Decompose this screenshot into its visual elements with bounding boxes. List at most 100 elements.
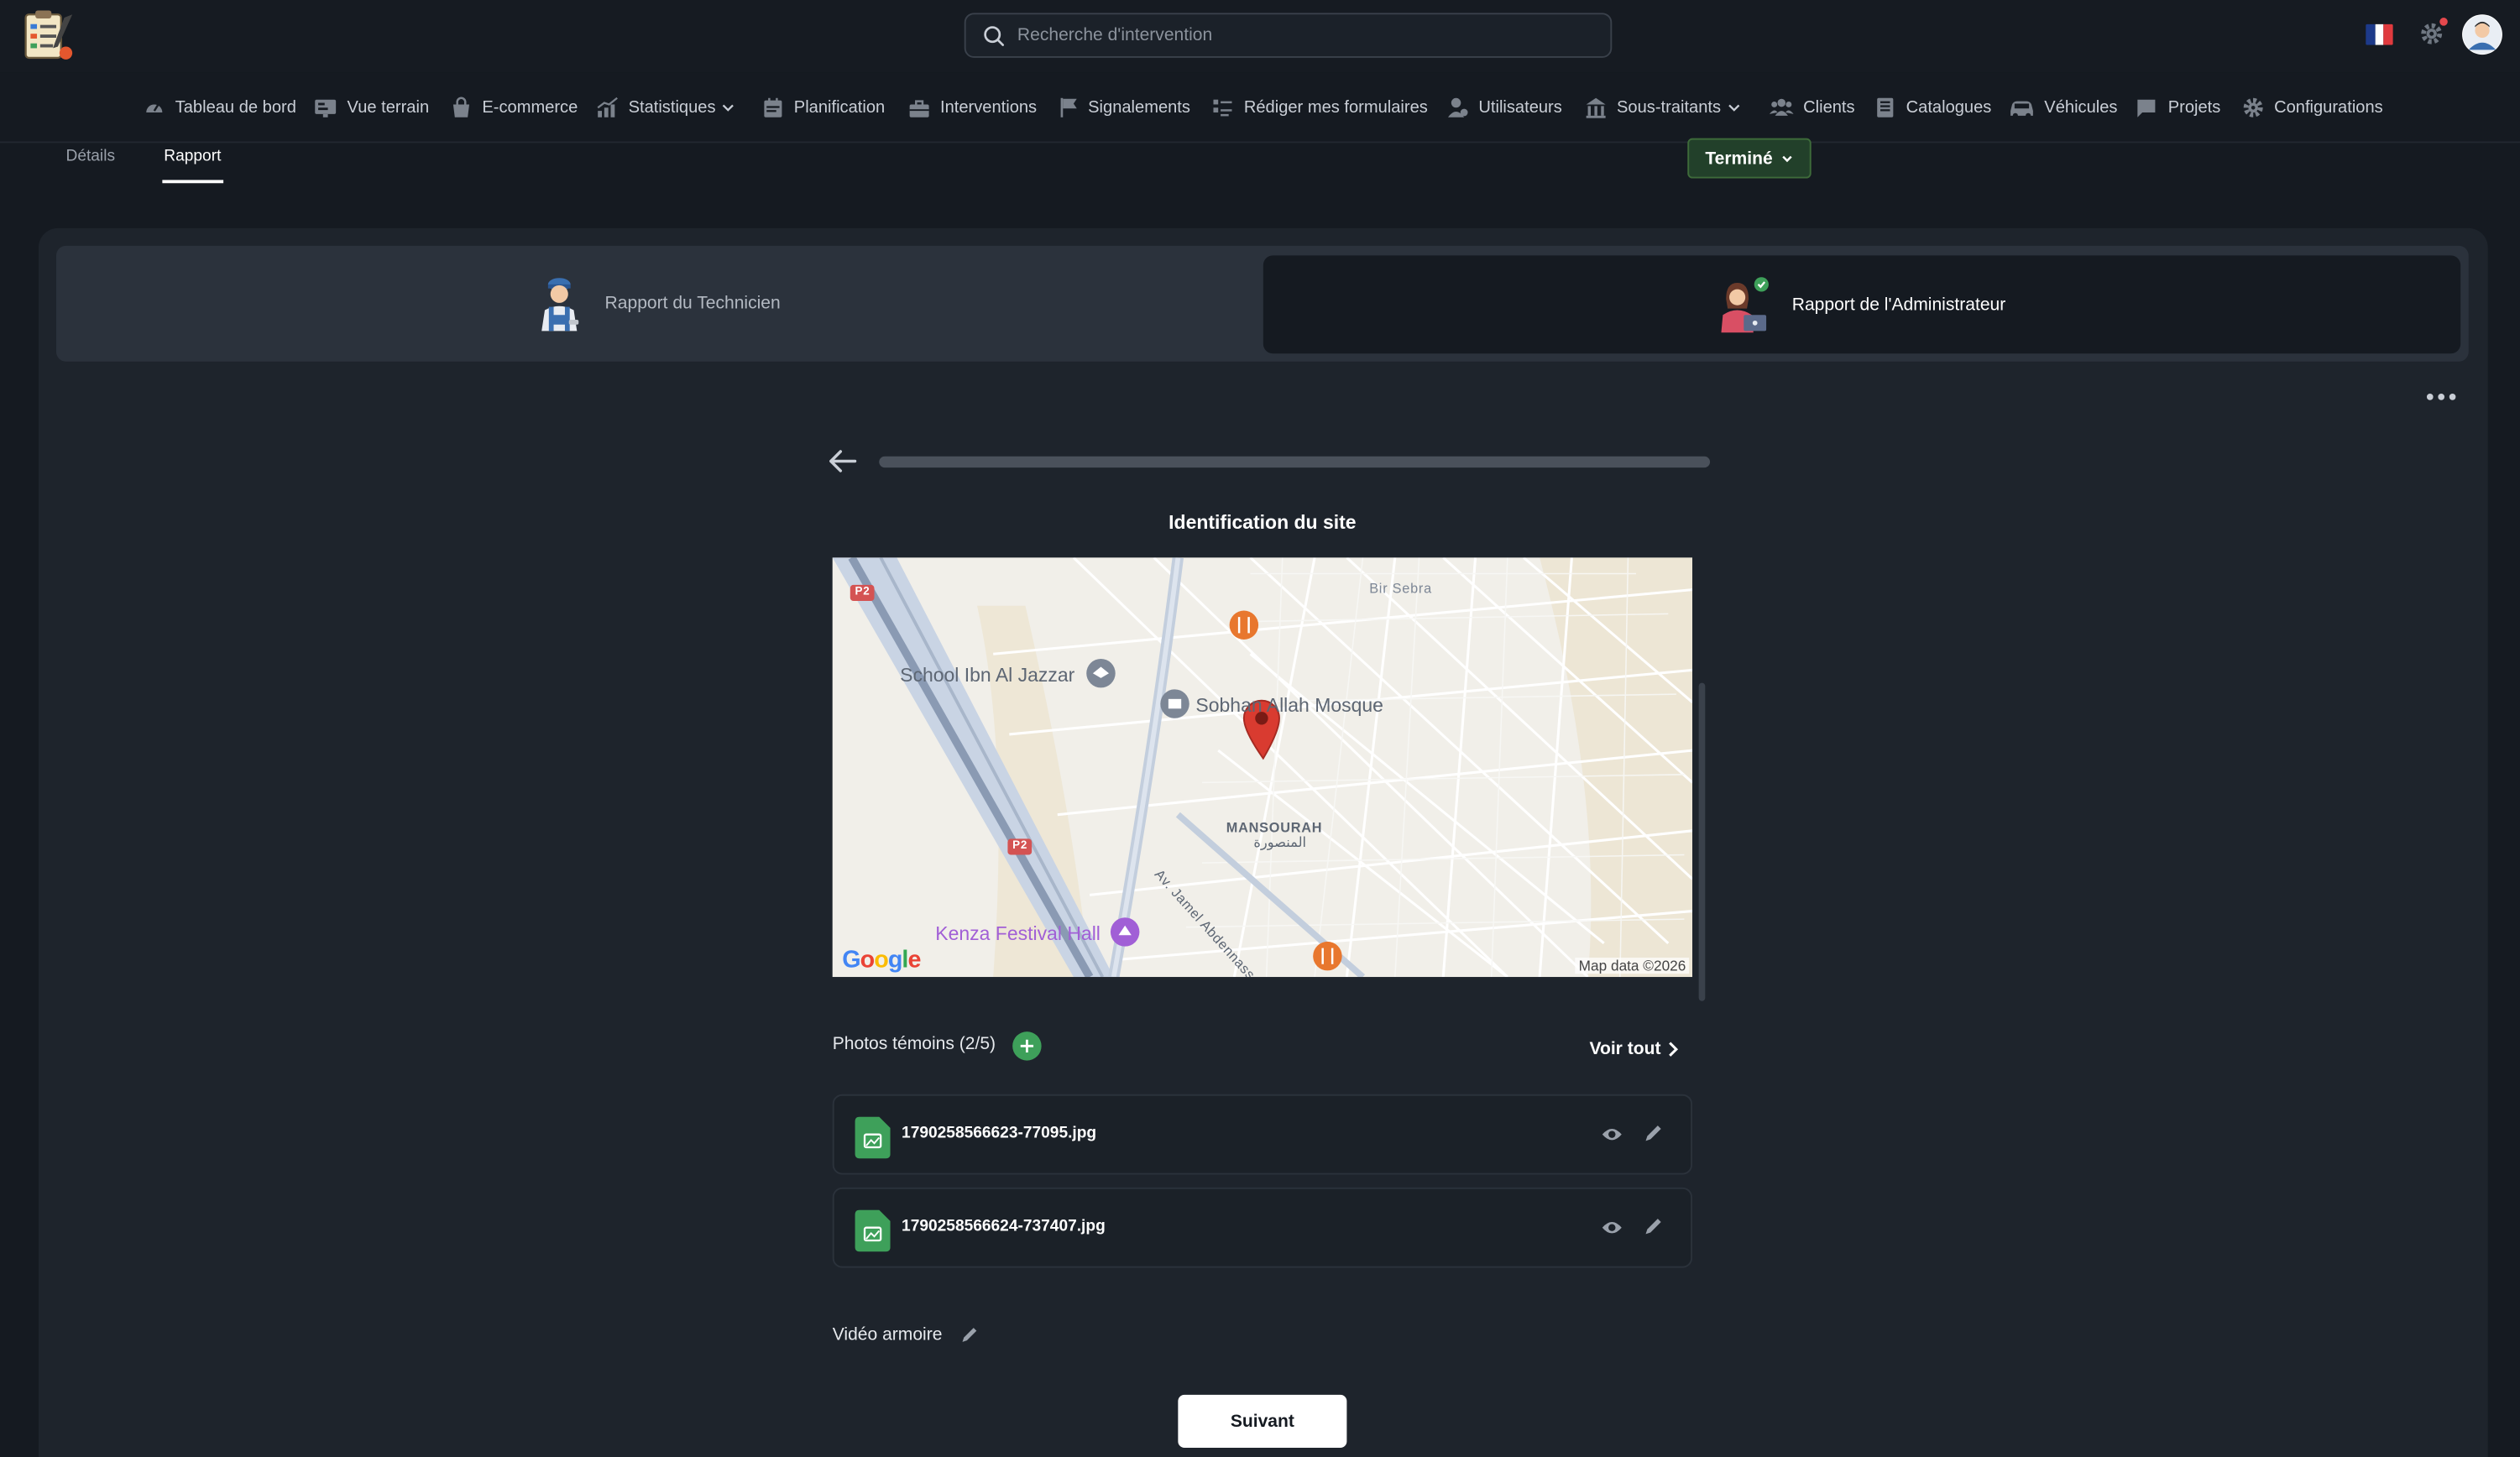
image-file-icon xyxy=(855,1116,891,1159)
nav-label: Véhicules xyxy=(2044,97,2118,118)
map-board-icon xyxy=(315,99,337,118)
language-flag-icon[interactable] xyxy=(2366,24,2393,45)
photo-file-name: 1790258566623-77095.jpg xyxy=(902,1125,1097,1143)
administrator-illustration-icon xyxy=(1721,276,1769,332)
app-logo-icon[interactable] xyxy=(23,8,76,63)
admin-report-tab[interactable]: Rapport de l'Administrateur xyxy=(1263,255,2461,354)
nav-item-planning[interactable]: Planification xyxy=(761,93,885,122)
see-all-label: Voir tout xyxy=(1589,1039,1661,1059)
technician-illustration-icon xyxy=(541,278,579,332)
eye-icon[interactable] xyxy=(1601,1125,1623,1144)
status-dropdown-button[interactable]: Terminé xyxy=(1687,138,1812,179)
nav-item-forms[interactable]: Rédiger mes formulaires xyxy=(1212,93,1428,122)
nav-item-reports[interactable]: Signalements xyxy=(1059,93,1190,122)
nav-item-ecommerce[interactable]: E-commerce xyxy=(450,93,578,122)
chevron-down-icon xyxy=(723,104,735,112)
shopping-bag-icon xyxy=(452,97,470,118)
chevron-right-icon xyxy=(1669,1042,1679,1057)
map-label-bir-sebra: Bir Sebra xyxy=(1369,580,1432,597)
more-options-button[interactable] xyxy=(2426,394,2456,400)
folder-icon xyxy=(2137,99,2156,118)
nav-item-catalogues[interactable]: Catalogues xyxy=(1874,93,1991,122)
add-photo-button[interactable] xyxy=(1012,1031,1042,1061)
nav-label: Signalements xyxy=(1088,97,1190,118)
admin-report-label: Rapport de l'Administrateur xyxy=(1791,295,2006,315)
nav-item-configurations[interactable]: Configurations xyxy=(2242,93,2383,122)
gauge-icon xyxy=(146,103,163,113)
eye-icon[interactable] xyxy=(1601,1218,1623,1237)
nav-label: Tableau de bord xyxy=(175,97,296,118)
search-icon xyxy=(984,26,1005,46)
map-label-p2: P2 xyxy=(1012,840,1028,852)
nav-label: Planification xyxy=(793,97,886,118)
google-logo: Google xyxy=(842,946,921,974)
photo-file-name: 1790258566624-737407.jpg xyxy=(902,1218,1106,1236)
car-icon xyxy=(2010,101,2033,118)
section-title: Identification du site xyxy=(1169,510,1357,534)
user-avatar[interactable] xyxy=(2462,14,2502,55)
technician-report-tab[interactable]: Rapport du Technicien xyxy=(56,246,1262,362)
technician-report-label: Rapport du Technicien xyxy=(604,294,781,314)
pencil-icon[interactable] xyxy=(1643,1216,1664,1237)
nav-item-field-view[interactable]: Vue terrain xyxy=(313,93,429,122)
nav-label: Projets xyxy=(2167,97,2221,118)
form-progress-bar xyxy=(879,456,1711,468)
active-tab-indicator xyxy=(162,180,224,184)
see-all-link[interactable]: Voir tout xyxy=(1589,1040,1680,1059)
nav-item-users[interactable]: Utilisateurs xyxy=(1446,93,1562,122)
map-credit: Map data ©2026 xyxy=(1575,958,1690,974)
gear-icon xyxy=(2243,97,2263,118)
nav-item-dashboard[interactable]: Tableau de bord xyxy=(143,93,296,122)
video-label: Vidéo armoire xyxy=(832,1325,943,1345)
back-arrow-icon[interactable] xyxy=(826,446,858,475)
nav-item-vehicles[interactable]: Véhicules xyxy=(2009,93,2117,122)
image-file-icon xyxy=(855,1209,891,1252)
chevron-down-icon xyxy=(1782,154,1792,162)
book-icon xyxy=(1877,97,1894,118)
nav-label: Configurations xyxy=(2274,97,2383,118)
nav-item-clients[interactable]: Clients xyxy=(1769,93,1855,122)
nav-label: Statistiques xyxy=(628,97,716,118)
form-icon xyxy=(1213,99,1232,117)
map-label-mansourah-arabic: المنصورة xyxy=(1253,833,1307,850)
map-label-kenza: Kenza Festival Hall xyxy=(935,922,1101,945)
pencil-icon[interactable] xyxy=(1643,1123,1664,1144)
calendar-icon xyxy=(764,97,782,118)
nav-item-projects[interactable]: Projets xyxy=(2136,93,2220,122)
search-input[interactable] xyxy=(1017,18,1597,52)
user-icon xyxy=(1448,97,1468,118)
nav-label: Sous-traitants xyxy=(1617,97,1722,118)
nav-label: Utilisateurs xyxy=(1478,97,1562,118)
map-label-p2: P2 xyxy=(855,586,870,598)
chevron-down-icon xyxy=(1728,104,1739,112)
people-icon xyxy=(1769,98,1794,116)
nav-label: Vue terrain xyxy=(347,97,430,118)
search-bar[interactable] xyxy=(964,13,1613,58)
main-navigation: Tableau de bord Vue terrain E-commerce S… xyxy=(0,72,2520,144)
site-location-map[interactable]: School Ibn Al Jazzar Sobhan Allah Mosque… xyxy=(832,557,1693,978)
next-button[interactable]: Suivant xyxy=(1178,1394,1347,1449)
pencil-icon[interactable] xyxy=(959,1325,979,1345)
building-icon xyxy=(1586,97,1606,118)
notification-dot xyxy=(2439,18,2448,26)
nav-item-interventions[interactable]: Interventions xyxy=(908,93,1037,122)
photo-file-row[interactable]: 1790258566623-77095.jpg xyxy=(832,1094,1693,1175)
nav-label: Catalogues xyxy=(1906,97,1992,118)
map-streets-graphic xyxy=(832,557,1693,978)
toolbox-icon xyxy=(909,100,929,118)
status-label: Terminé xyxy=(1705,149,1773,169)
nav-label: Interventions xyxy=(940,97,1038,118)
nav-label: Clients xyxy=(1803,97,1855,118)
photo-file-row[interactable]: 1790258566624-737407.jpg xyxy=(832,1187,1693,1268)
tab-report[interactable]: Rapport xyxy=(164,148,221,165)
nav-label: E-commerce xyxy=(482,97,578,118)
nav-item-statistics[interactable]: Statistiques xyxy=(596,93,735,122)
map-label-mosque: Sobhan Allah Mosque xyxy=(1195,694,1383,717)
photos-label: Photos témoins (2/5) xyxy=(832,1034,996,1054)
nav-item-subcontractors[interactable]: Sous-traitants xyxy=(1585,93,1740,122)
chart-icon xyxy=(597,97,618,118)
top-bar xyxy=(0,0,2520,73)
form-scrollbar[interactable] xyxy=(1698,682,1706,1001)
tab-details[interactable]: Détails xyxy=(65,148,115,165)
map-label-school: School Ibn Al Jazzar xyxy=(900,663,1075,687)
